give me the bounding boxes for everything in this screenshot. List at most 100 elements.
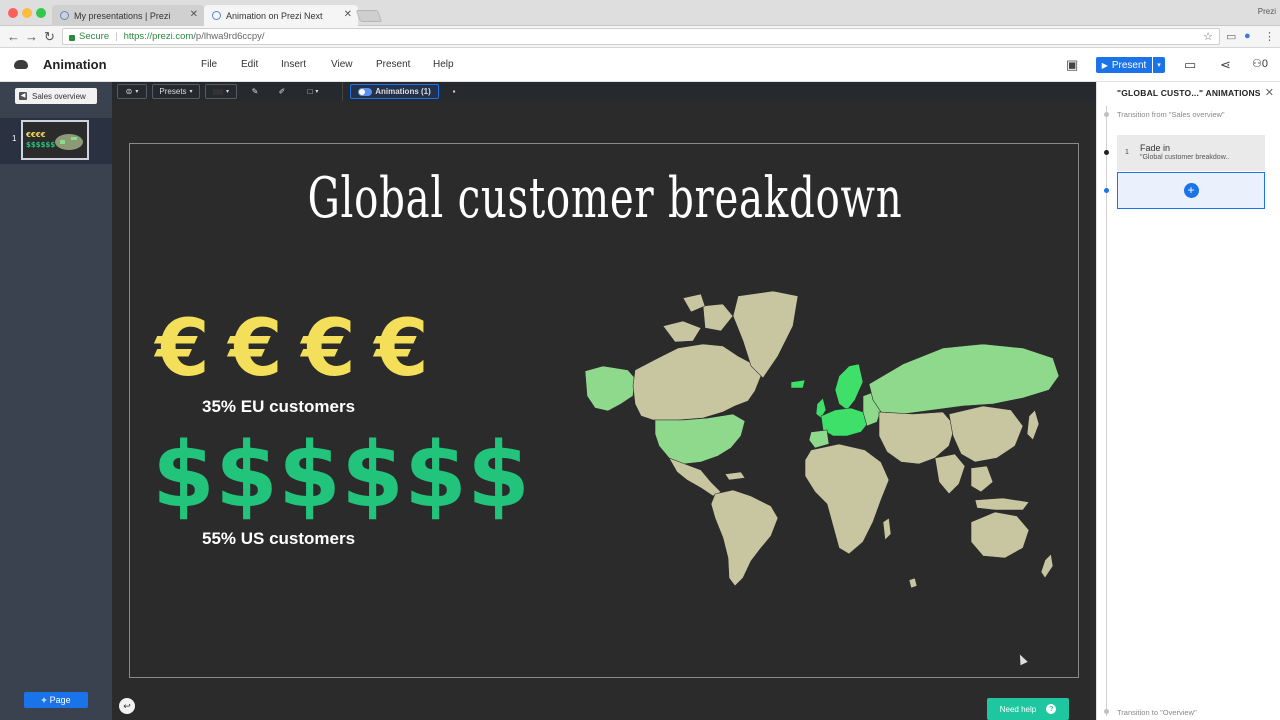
cast-icon[interactable]: ▭ bbox=[1226, 30, 1236, 43]
plus-icon: + bbox=[1183, 183, 1199, 198]
menu-present[interactable]: Present bbox=[376, 59, 410, 70]
pen-tool-button[interactable]: ✎ bbox=[245, 84, 265, 99]
animation-effect: Fade in bbox=[1140, 143, 1171, 153]
back-arrow-icon: ↩ bbox=[123, 700, 131, 711]
slide-list-item[interactable]: 1 €€€€ $$$$$$ bbox=[0, 118, 112, 164]
share-icon[interactable]: ⋖ bbox=[1220, 57, 1231, 73]
browser-menu-icon[interactable]: ⋮ bbox=[1264, 30, 1275, 43]
euro-icon: € bbox=[155, 304, 210, 394]
slide-frame[interactable]: Global customer breakdown € € € € 35% EU… bbox=[129, 143, 1079, 678]
menu-file[interactable]: File bbox=[201, 59, 217, 70]
comments-icon[interactable]: ▣ bbox=[1066, 57, 1078, 73]
slide-title[interactable]: Global customer breakdown bbox=[263, 166, 947, 231]
animation-timeline bbox=[1106, 106, 1107, 716]
menu-circle-icon: ⊜ bbox=[125, 87, 133, 96]
toolbar-divider bbox=[342, 82, 343, 101]
browser-tab-bar: My presentations | Prezi ✕ Animation on … bbox=[0, 0, 1280, 26]
present-options-button[interactable]: ▾ bbox=[1153, 57, 1165, 73]
bookmark-star-icon[interactable]: ☆ bbox=[1203, 30, 1213, 43]
timeline-dot bbox=[1104, 150, 1109, 155]
tab-close-icon[interactable]: ✕ bbox=[344, 9, 352, 20]
slide-number: 1 bbox=[12, 134, 17, 143]
us-stat-text: 55% US customers bbox=[202, 529, 356, 548]
collaborators-button[interactable]: ⚇0 bbox=[1252, 57, 1268, 70]
chevron-down-icon: ▾ bbox=[189, 89, 193, 95]
dollar-icon: $ bbox=[215, 423, 278, 528]
browser-tab-animation[interactable]: Animation on Prezi Next ✕ bbox=[204, 5, 358, 26]
lock-icon bbox=[69, 34, 75, 41]
browser-tab-my-presentations[interactable]: My presentations | Prezi ✕ bbox=[52, 5, 204, 26]
highlighter-tool-button[interactable]: ✐ bbox=[272, 84, 292, 99]
chevron-down-icon: ▾ bbox=[315, 89, 319, 95]
highlighter-icon: ✐ bbox=[278, 87, 286, 96]
sales-overview-button[interactable]: ◀ Sales overview bbox=[15, 88, 97, 104]
animation-target: "Global customer breakdow.. bbox=[1140, 154, 1230, 161]
back-arrow-icon[interactable]: ← bbox=[7, 29, 20, 45]
menu-help[interactable]: Help bbox=[433, 59, 454, 70]
globe-icon bbox=[60, 11, 69, 20]
add-page-label: Page bbox=[49, 695, 71, 705]
slide-panel: ◀ Sales overview 1 €€€€ $$$$$$ + Page bbox=[0, 82, 112, 720]
back-navigation-button[interactable]: ↩ bbox=[119, 698, 135, 714]
minimize-window-icon[interactable] bbox=[22, 8, 32, 18]
menu-view[interactable]: View bbox=[331, 59, 353, 70]
animation-item[interactable]: 1 Fade in "Global customer breakdow.. bbox=[1117, 135, 1265, 171]
svg-text:$$$$$$: $$$$$$ bbox=[26, 141, 55, 149]
presentation-title[interactable]: Animation bbox=[43, 57, 107, 72]
url-input[interactable]: Secure | https://prezi.com /p/lhwa9rd6cc… bbox=[62, 28, 1220, 45]
timeline-dot bbox=[1104, 112, 1109, 117]
extension-icon[interactable]: ● bbox=[1244, 30, 1251, 42]
color-swatch bbox=[212, 88, 223, 95]
border-dropdown[interactable]: □ ▾ bbox=[300, 84, 326, 99]
pen-icon: ✎ bbox=[251, 87, 259, 96]
chevron-down-icon: ▾ bbox=[135, 89, 139, 95]
question-icon: ? bbox=[1046, 704, 1057, 714]
browser-user-label[interactable]: Prezi bbox=[1258, 7, 1276, 16]
app-header: Animation File Edit Insert View Present … bbox=[0, 48, 1280, 82]
animations-panel: "GLOBAL CUSTO..." ANIMATIONS ✕ Transitio… bbox=[1096, 82, 1280, 720]
comment-icon: ▪ bbox=[452, 87, 456, 96]
new-tab-button[interactable] bbox=[355, 10, 383, 22]
animations-toggle[interactable]: Animations (1) bbox=[350, 84, 439, 99]
dollar-icon: $ bbox=[341, 423, 404, 528]
eu-stat-text: 35% EU customers bbox=[202, 397, 356, 416]
dollar-icons: $ $ $ $ $ $ bbox=[152, 430, 532, 522]
reload-icon[interactable]: ↻ bbox=[44, 29, 55, 45]
add-animation-button[interactable]: + bbox=[1117, 172, 1265, 209]
url-separator: | bbox=[115, 31, 118, 42]
comment-button[interactable]: ▪ bbox=[446, 84, 462, 99]
back-icon: ◀ bbox=[19, 92, 27, 100]
add-page-button[interactable]: + Page bbox=[24, 692, 88, 708]
square-icon: □ bbox=[307, 87, 313, 96]
browser-address-bar: ← → ↻ Secure | https://prezi.com /p/lhwa… bbox=[0, 26, 1280, 48]
world-map bbox=[584, 290, 1060, 589]
thumbnail-preview: €€€€ $$$$$$ bbox=[23, 122, 87, 158]
menu-insert[interactable]: Insert bbox=[281, 59, 306, 70]
present-remotely-icon[interactable]: ▭ bbox=[1184, 57, 1196, 73]
overview-label: Sales overview bbox=[32, 91, 86, 101]
url-host: https://prezi.com bbox=[123, 31, 194, 42]
color-dropdown[interactable]: ▾ bbox=[205, 84, 237, 99]
tab-close-icon[interactable]: ✕ bbox=[190, 9, 198, 20]
slide-thumbnail[interactable]: €€€€ $$$$$$ bbox=[21, 120, 89, 160]
forward-arrow-icon[interactable]: → bbox=[25, 29, 38, 45]
close-window-icon[interactable] bbox=[8, 8, 18, 18]
timeline-dot bbox=[1104, 188, 1109, 193]
transition-to-label[interactable]: Transition to "Overview" bbox=[1117, 708, 1197, 717]
collaborator-count: 0 bbox=[1261, 58, 1268, 70]
canvas[interactable]: Global customer breakdown € € € € 35% EU… bbox=[112, 101, 1096, 720]
maximize-window-icon[interactable] bbox=[36, 8, 46, 18]
present-button[interactable]: ▶ Present bbox=[1096, 57, 1152, 73]
dollar-icon: $ bbox=[278, 423, 341, 528]
dollar-icon: $ bbox=[467, 423, 530, 528]
euro-icon: € bbox=[374, 304, 429, 394]
cloud-icon[interactable] bbox=[14, 60, 28, 69]
layout-dropdown[interactable]: ⊜ ▾ bbox=[117, 84, 147, 99]
menu-edit[interactable]: Edit bbox=[241, 59, 258, 70]
close-icon[interactable]: ✕ bbox=[1265, 86, 1274, 99]
transition-from-label[interactable]: Transition from "Sales overview" bbox=[1117, 110, 1225, 119]
presets-dropdown[interactable]: Presets ▾ bbox=[152, 84, 200, 99]
chevron-down-icon: ▾ bbox=[225, 89, 229, 95]
need-help-button[interactable]: Need help ? bbox=[987, 698, 1069, 720]
secure-label: Secure bbox=[79, 31, 110, 42]
